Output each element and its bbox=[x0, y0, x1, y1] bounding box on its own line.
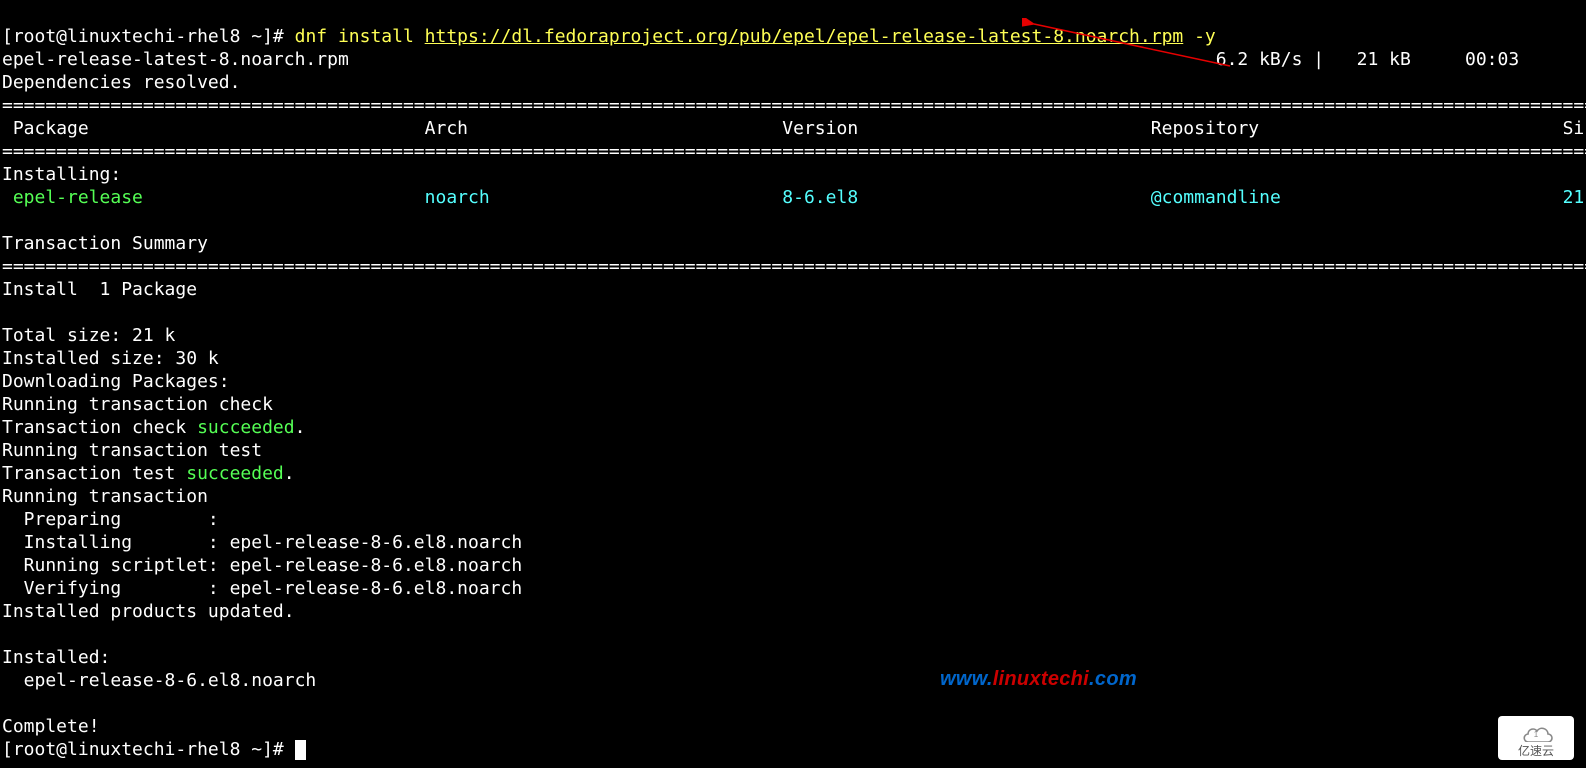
pkg-name: epel-release bbox=[2, 187, 143, 208]
cmd-flag-y: -y bbox=[1183, 26, 1216, 47]
step-verifying: Verifying : epel-release-8-6.el8.noarch bbox=[2, 578, 522, 599]
svg-text:1: 1 bbox=[1534, 730, 1539, 739]
download-speed: 6.2 kB/s bbox=[1216, 49, 1303, 70]
col-size: Size bbox=[1563, 118, 1586, 139]
products-updated: Installed products updated. bbox=[2, 601, 295, 622]
watermark-yisu-logo: 1 亿速云 bbox=[1498, 716, 1574, 760]
pkg-arch: noarch bbox=[425, 187, 490, 208]
installed-label: Installed: bbox=[2, 647, 110, 668]
cursor-icon[interactable] bbox=[295, 740, 306, 760]
cmd-dnf-install: dnf install bbox=[295, 26, 425, 47]
terminal-output: [root@linuxtechi-rhel8 ~]# dnf install h… bbox=[0, 0, 1586, 761]
complete-label: Complete! bbox=[2, 716, 100, 737]
divider: ========================================… bbox=[2, 141, 1586, 162]
pkg-version: 8-6.el8 bbox=[782, 187, 858, 208]
col-repository: Repository bbox=[1151, 118, 1259, 139]
shell-prompt: [root@linuxtechi-rhel8 ~]# bbox=[2, 26, 295, 47]
divider: ========================================… bbox=[2, 95, 1586, 116]
install-count: Install 1 Package bbox=[2, 279, 197, 300]
download-filename: epel-release-latest-8.noarch.rpm bbox=[2, 49, 349, 70]
step-scriptlet: Running scriptlet: epel-release-8-6.el8.… bbox=[2, 555, 522, 576]
download-time: 00:03 bbox=[1411, 49, 1519, 70]
downloading-label: Downloading Packages: bbox=[2, 371, 230, 392]
installed-size: Installed size: 30 k bbox=[2, 348, 219, 369]
step-preparing: Preparing : bbox=[2, 509, 219, 530]
pkg-repo: @commandline bbox=[1151, 187, 1281, 208]
col-arch: Arch bbox=[425, 118, 468, 139]
check-result-pre: Transaction check bbox=[2, 417, 197, 438]
divider: ========================================… bbox=[2, 256, 1586, 277]
run-transaction: Running transaction bbox=[2, 486, 208, 507]
pkg-size: 21 k bbox=[1563, 187, 1586, 208]
col-version: Version bbox=[782, 118, 858, 139]
col-package: Package bbox=[13, 118, 89, 139]
installing-label: Installing: bbox=[2, 164, 121, 185]
test-result-pre: Transaction test bbox=[2, 463, 186, 484]
run-test: Running transaction test bbox=[2, 440, 262, 461]
cmd-url: https://dl.fedoraproject.org/pub/epel/ep… bbox=[425, 26, 1184, 47]
transaction-summary-title: Transaction Summary bbox=[2, 233, 208, 254]
succeeded-text: succeeded bbox=[186, 463, 284, 484]
succeeded-text: succeeded bbox=[197, 417, 295, 438]
watermark-linuxtechi: www.linuxtechi.com bbox=[940, 668, 1137, 691]
installed-pkg: epel-release-8-6.el8.noarch bbox=[2, 670, 316, 691]
shell-prompt: [root@linuxtechi-rhel8 ~]# bbox=[2, 739, 295, 760]
total-size: Total size: 21 k bbox=[2, 325, 175, 346]
download-size: 21 kB bbox=[1335, 49, 1411, 70]
deps-resolved: Dependencies resolved. bbox=[2, 72, 240, 93]
step-installing: Installing : epel-release-8-6.el8.noarch bbox=[2, 532, 522, 553]
run-check: Running transaction check bbox=[2, 394, 273, 415]
cloud-icon: 1 bbox=[1512, 720, 1560, 742]
